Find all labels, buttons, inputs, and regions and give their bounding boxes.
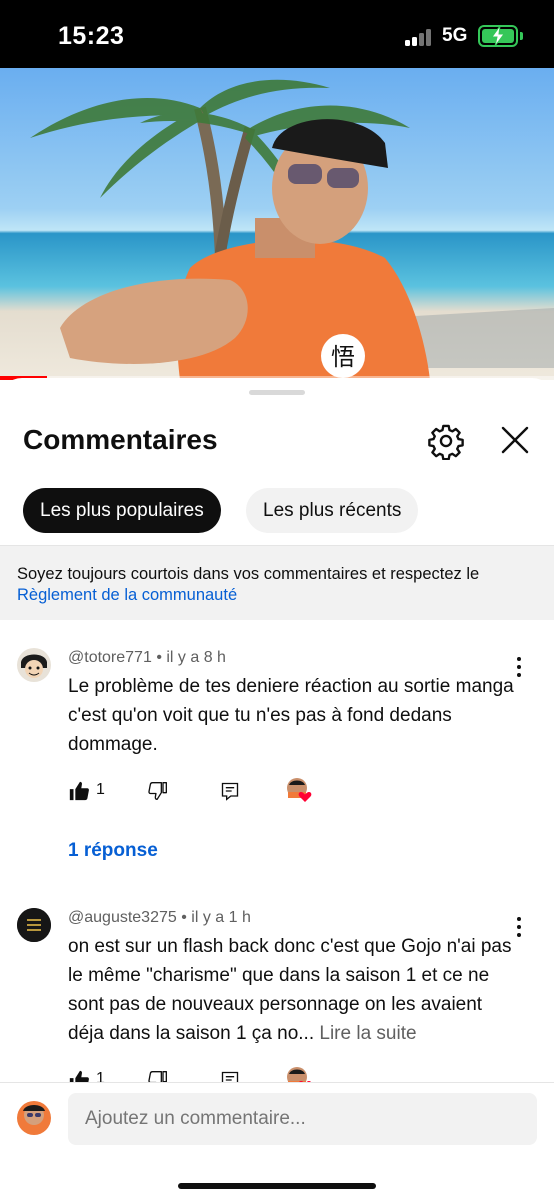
home-indicator bbox=[178, 1183, 376, 1189]
comment-age: il y a 1 h bbox=[191, 909, 251, 926]
comment-meta: @totore771 • il y a 8 h bbox=[68, 649, 226, 667]
drag-handle[interactable] bbox=[249, 390, 305, 395]
avatar[interactable] bbox=[17, 908, 51, 942]
user-avatar[interactable] bbox=[17, 1101, 51, 1135]
network-type: 5G bbox=[442, 25, 468, 46]
comment-text-block: on est sur un flash back donc c'est que … bbox=[68, 932, 523, 1048]
comment-text: on est sur un flash back donc c'est que … bbox=[68, 936, 512, 1044]
replies-link[interactable]: 1 réponse bbox=[68, 840, 158, 862]
comment-text: Le problème de tes deniere réaction au s… bbox=[68, 676, 514, 755]
svg-text:悟: 悟 bbox=[331, 343, 355, 371]
meta-separator: • bbox=[156, 649, 167, 666]
reply-icon[interactable] bbox=[220, 779, 240, 803]
comments-sheet: Commentaires Les plus populaires Les plu… bbox=[0, 378, 554, 1200]
read-more-link[interactable]: Lire la suite bbox=[319, 1023, 416, 1044]
like-icon[interactable] bbox=[68, 779, 90, 803]
comment-author[interactable]: @totore771 bbox=[68, 649, 152, 666]
gear-icon[interactable] bbox=[427, 422, 465, 460]
dislike-icon[interactable] bbox=[148, 779, 168, 803]
avatar[interactable] bbox=[17, 648, 51, 682]
close-icon[interactable] bbox=[497, 422, 533, 458]
status-time: 15:23 bbox=[58, 22, 125, 50]
sort-chip-recent[interactable]: Les plus récents bbox=[246, 488, 419, 533]
video-frame: 悟 bbox=[30, 79, 554, 380]
like-count: 1 bbox=[96, 781, 105, 798]
community-guidelines-link[interactable]: Règlement de la communauté bbox=[17, 585, 537, 606]
community-notice: Soyez toujours courtois dans vos comment… bbox=[0, 545, 554, 620]
comment-actions: 1 bbox=[68, 778, 328, 805]
sort-chip-popular[interactable]: Les plus populaires bbox=[23, 488, 221, 533]
comment-author[interactable]: @auguste3275 bbox=[68, 909, 177, 926]
creator-heart-icon bbox=[287, 778, 312, 802]
meta-separator: • bbox=[181, 909, 192, 926]
status-bar: 15:23 5G bbox=[0, 0, 554, 68]
comment-age: il y a 8 h bbox=[166, 649, 226, 666]
comment-meta: @auguste3275 • il y a 1 h bbox=[68, 909, 251, 927]
comment-input[interactable] bbox=[68, 1093, 537, 1145]
comment-composer bbox=[0, 1082, 554, 1200]
comments-title: Commentaires bbox=[23, 424, 218, 455]
notice-text: Soyez toujours courtois dans vos comment… bbox=[17, 565, 480, 583]
charging-bolt-icon bbox=[491, 26, 505, 46]
battery-cap bbox=[520, 32, 523, 40]
signal-icon bbox=[405, 28, 433, 46]
video-player[interactable]: 悟 bbox=[0, 68, 554, 380]
